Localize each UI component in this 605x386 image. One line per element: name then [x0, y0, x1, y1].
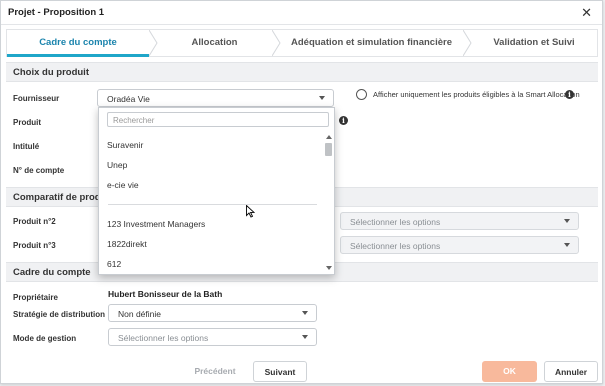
scroll-thumb[interactable] — [325, 143, 332, 156]
dropdown-scrollbar[interactable] — [324, 134, 333, 274]
tab-cadre-du-compte[interactable]: Cadre du compte — [7, 30, 149, 56]
dropdown-option[interactable]: 123 Investment Managers — [107, 219, 205, 229]
scroll-up-icon[interactable] — [326, 135, 332, 139]
chevron-down-icon — [319, 96, 325, 100]
produit3-placeholder: Sélectionner les options — [350, 241, 441, 251]
chevron-down-icon — [302, 311, 308, 315]
fournisseur-select[interactable]: Oradéa Vie — [97, 89, 334, 107]
close-icon[interactable]: ✕ — [581, 5, 592, 21]
active-step-indicator — [7, 54, 149, 57]
proprietaire-value: Hubert Bonisseur de la Bath — [108, 289, 223, 299]
section-title: Cadre du compte — [13, 267, 91, 278]
produit3-select[interactable]: Sélectionner les options — [340, 236, 579, 254]
dropdown-option[interactable]: 1822direkt — [107, 239, 147, 249]
section-title: Choix du produit — [13, 67, 89, 78]
chevron-down-icon — [564, 243, 570, 247]
info-icon[interactable]: i — [565, 90, 574, 99]
tab-adequation[interactable]: Adéquation et simulation financière — [280, 30, 463, 56]
annuler-button[interactable]: Annuler — [544, 361, 598, 382]
proprietaire-label: Propriétaire — [13, 293, 58, 302]
fournisseur-label: Fournisseur — [13, 94, 60, 103]
dropdown-option[interactable]: 612 — [107, 259, 121, 269]
produit2-label: Produit n°2 — [13, 217, 56, 226]
mode-gestion-label: Mode de gestion — [13, 334, 77, 343]
info-icon[interactable]: i — [339, 116, 348, 125]
dialog-titlebar: Projet - Proposition 1 ✕ — [1, 1, 602, 25]
produit-label: Produit — [13, 118, 41, 127]
chevron-down-icon — [564, 219, 570, 223]
strategie-label: Stratégie de distribution — [13, 310, 106, 319]
smart-allocation-icon — [356, 89, 367, 100]
dialog-footer: Précédent Suivant OK Annuler — [1, 357, 602, 385]
suivant-button[interactable]: Suivant — [253, 361, 307, 382]
tab-validation[interactable]: Validation et Suivi — [471, 30, 597, 56]
ok-button[interactable]: OK — [482, 361, 537, 382]
smart-allocation-label: Afficher uniquement les produits éligibl… — [373, 90, 580, 99]
chevron-down-icon — [302, 335, 308, 339]
fournisseur-value: Oradéa Vie — [107, 94, 150, 104]
dropdown-option[interactable]: Suravenir — [107, 140, 143, 150]
mouse-cursor-icon — [246, 204, 256, 220]
tab-allocation[interactable]: Allocation — [157, 30, 272, 56]
dropdown-search-input[interactable]: Rechercher — [107, 112, 329, 127]
intitule-label: Intitulé — [13, 142, 40, 151]
wizard-steps: Cadre du compte Allocation Adéquation et… — [6, 29, 598, 57]
dropdown-option[interactable]: Unep — [107, 160, 127, 170]
section-title: Comparatif de prod — [13, 192, 101, 203]
strategie-select[interactable]: Non définie — [108, 304, 317, 322]
dropdown-option[interactable]: e-cie vie — [107, 180, 139, 190]
dialog-title: Projet - Proposition 1 — [8, 7, 105, 18]
produit3-label: Produit n°3 — [13, 241, 56, 250]
mode-gestion-placeholder: Sélectionner les options — [118, 333, 209, 343]
project-dialog: Projet - Proposition 1 ✕ Cadre du compte… — [0, 0, 603, 384]
produit2-select[interactable]: Sélectionner les options — [340, 212, 579, 230]
mode-gestion-select[interactable]: Sélectionner les options — [108, 328, 317, 346]
produit2-placeholder: Sélectionner les options — [350, 217, 441, 227]
search-placeholder: Rechercher — [113, 116, 155, 125]
section-choix-produit: Choix du produit — [6, 62, 598, 82]
fournisseur-dropdown: Rechercher Suravenir Unep e-cie vie 123 … — [98, 107, 335, 275]
scroll-down-icon[interactable] — [326, 266, 332, 270]
numero-compte-label: N° de compte — [13, 166, 65, 175]
dropdown-separator — [108, 204, 317, 205]
strategie-value: Non définie — [118, 309, 162, 319]
precedent-button[interactable]: Précédent — [184, 361, 246, 382]
